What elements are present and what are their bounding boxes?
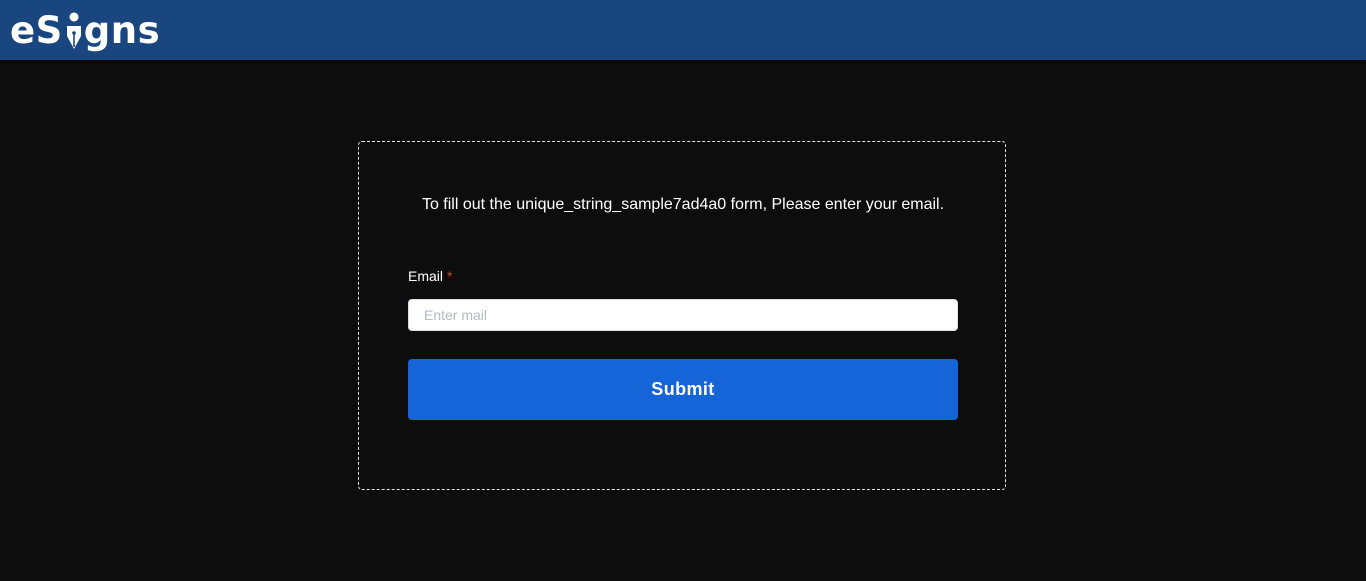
email-label-text: Email xyxy=(408,268,444,284)
logo-text-prefix: e xyxy=(10,9,36,52)
logo-text-suffix: gns xyxy=(83,9,161,52)
email-form-card: To fill out the unique_string_sample7ad4… xyxy=(358,141,1006,490)
top-header: eS gns xyxy=(0,0,1366,60)
pen-nib-icon xyxy=(66,12,81,49)
required-marker: * xyxy=(447,268,453,284)
submit-button[interactable]: Submit xyxy=(408,359,958,420)
email-input[interactable] xyxy=(408,299,958,331)
esigns-logo[interactable]: eS gns xyxy=(10,8,160,54)
email-label: Email * xyxy=(408,267,452,285)
logo-text-s: S xyxy=(35,9,63,52)
form-instructions: To fill out the unique_string_sample7ad4… xyxy=(421,196,945,213)
